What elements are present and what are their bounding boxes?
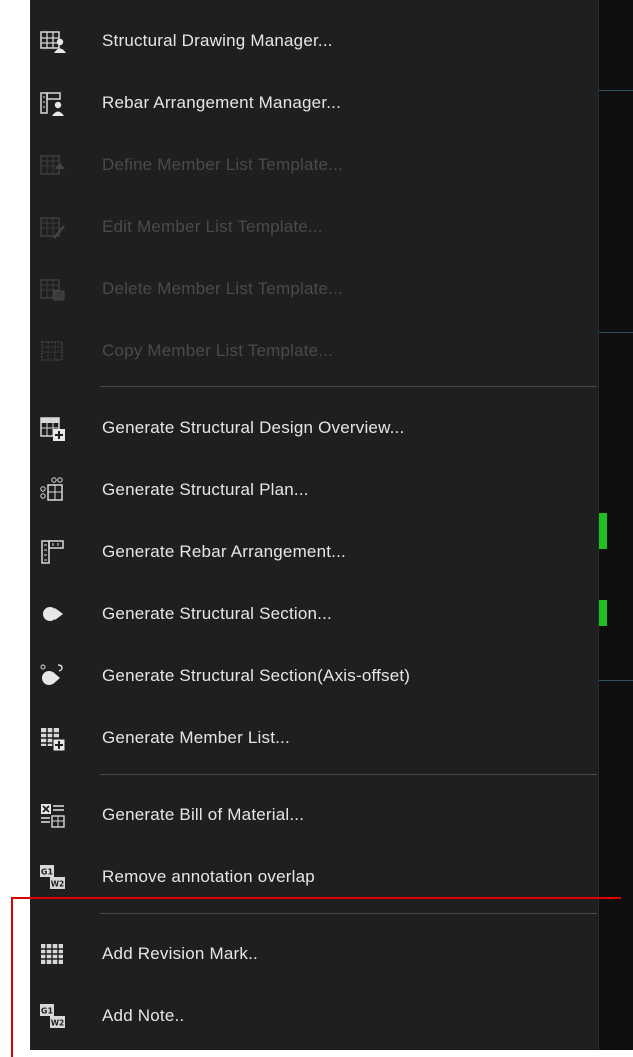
- bill-of-material-icon: [38, 801, 66, 829]
- menu-item-generate-structural-section-axis-offset[interactable]: Generate Structural Section(Axis-offset): [30, 645, 599, 707]
- drawing-manager-icon: [38, 27, 66, 55]
- canvas-green-mark: [599, 513, 607, 549]
- delete-template-icon: [38, 275, 66, 303]
- canvas-line: [599, 90, 633, 91]
- menu-item-copy-member-list-template[interactable]: Copy Member List Template...: [30, 320, 599, 382]
- menu-item-generate-rebar-arrangement[interactable]: Generate Rebar Arrangement...: [30, 521, 599, 583]
- menu-item-label: Delete Member List Template...: [102, 279, 343, 298]
- member-list-icon: [38, 724, 66, 752]
- menu-separator: [100, 386, 597, 387]
- menu-item-edit-member-list-template[interactable]: Edit Member List Template...: [30, 196, 599, 258]
- structural-section-icon: [38, 600, 66, 628]
- canvas-green-mark: [599, 600, 607, 626]
- copy-template-icon: [38, 337, 66, 365]
- menu-item-label: Generate Member List...: [102, 728, 290, 747]
- menu-item-rebar-arrangement-manager[interactable]: Rebar Arrangement Manager...: [30, 72, 599, 134]
- menu-item-label: Edit Member List Template...: [102, 217, 323, 236]
- edit-template-icon: [38, 213, 66, 241]
- menu-item-label: Generate Rebar Arrangement...: [102, 542, 346, 561]
- menu-item-label: Generate Structural Section...: [102, 604, 332, 623]
- menu-item-structural-drawing-manager[interactable]: Structural Drawing Manager...: [30, 10, 599, 72]
- canvas-line: [599, 332, 633, 333]
- menu-item-delete-member-list-template[interactable]: Delete Member List Template...: [30, 258, 599, 320]
- background-canvas-strip: [599, 0, 633, 1050]
- menu-item-label: Remove annotation overlap: [102, 867, 315, 886]
- svg-text:G1: G1: [41, 868, 54, 877]
- menu-item-label: Rebar Arrangement Manager...: [102, 93, 342, 112]
- section-axis-offset-icon: [38, 662, 66, 690]
- structural-plan-icon: [38, 476, 66, 504]
- menu-item-generate-bill-of-material[interactable]: Generate Bill of Material...: [30, 784, 599, 846]
- menu-item-generate-structural-design-overview[interactable]: Generate Structural Design Overview...: [30, 397, 599, 459]
- menu-item-label: Generate Bill of Material...: [102, 805, 305, 824]
- canvas-line: [599, 680, 633, 681]
- annotation-overlap-icon: G1 W2: [38, 863, 66, 891]
- menu-separator: [100, 774, 597, 775]
- menu-item-label: Define Member List Template...: [102, 155, 343, 174]
- design-overview-icon: [38, 414, 66, 442]
- svg-text:W2: W2: [51, 880, 65, 889]
- rebar-arrangement-icon: [38, 538, 66, 566]
- rebar-manager-icon: [38, 89, 66, 117]
- context-menu: Structural Drawing Manager... Rebar Arra…: [30, 0, 599, 1050]
- menu-item-label: Generate Structural Plan...: [102, 480, 309, 499]
- menu-item-label: Generate Structural Design Overview...: [102, 418, 405, 437]
- screenshot-stage: Structural Drawing Manager... Rebar Arra…: [0, 0, 633, 1057]
- menu-item-define-member-list-template[interactable]: Define Member List Template...: [30, 134, 599, 196]
- highlight-box: [11, 897, 621, 1057]
- menu-item-generate-structural-section[interactable]: Generate Structural Section...: [30, 583, 599, 645]
- menu-item-label: Generate Structural Section(Axis-offset): [102, 666, 411, 685]
- menu-item-label: Copy Member List Template...: [102, 341, 334, 360]
- menu-item-label: Structural Drawing Manager...: [102, 31, 333, 50]
- menu-item-generate-structural-plan[interactable]: Generate Structural Plan...: [30, 459, 599, 521]
- define-template-icon: [38, 151, 66, 179]
- menu-item-generate-member-list[interactable]: Generate Member List...: [30, 707, 599, 769]
